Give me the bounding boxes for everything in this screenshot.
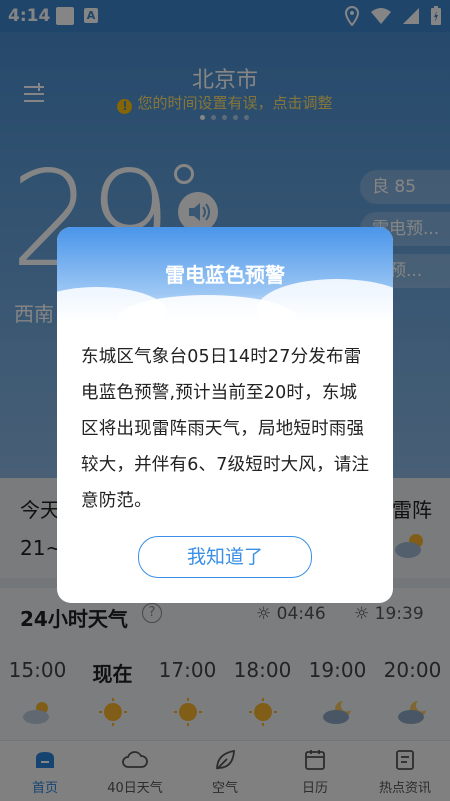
dialog-message: 东城区气象台05日14时27分发布雷电蓝色预警,预计当前至20时，东城区将出现雷… <box>81 347 370 511</box>
weather-alert-dialog: 雷电蓝色预警 东城区气象台05日14时27分发布雷电蓝色预警,预计当前至20时，… <box>57 227 393 603</box>
dialog-title: 雷电蓝色预警 <box>165 263 285 287</box>
acknowledge-button[interactable]: 我知道了 <box>138 536 312 578</box>
dialog-header: 雷电蓝色预警 <box>57 227 393 323</box>
weather-app-screen: 4:14 A 北京市 ! 您的时间设置有误，点击调整 29 西南 良 85 雷电… <box>0 0 450 801</box>
